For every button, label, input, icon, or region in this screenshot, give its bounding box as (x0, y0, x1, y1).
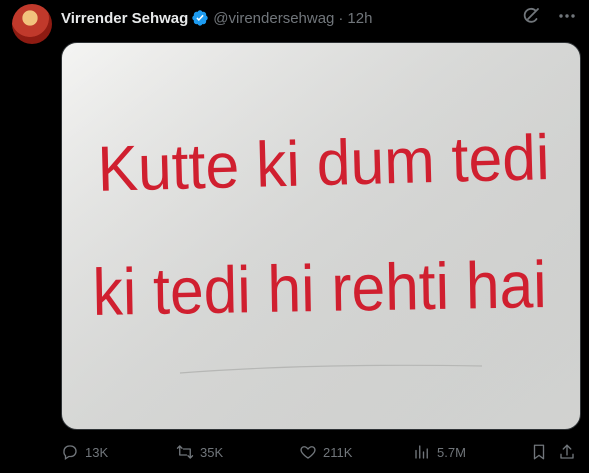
more-icon[interactable] (557, 6, 577, 26)
display-name[interactable]: Virrender Sehwag (61, 10, 188, 27)
heart-icon (300, 446, 316, 459)
tweet-image[interactable]: Kutte ki dum tedi ki tedi hi rehti hai (61, 42, 581, 430)
bookmark-button[interactable] (530, 440, 548, 464)
views-count: 5.7M (437, 444, 466, 460)
repost-icon (176, 445, 194, 459)
grok-icon[interactable] (521, 6, 541, 26)
tweet-actions: 13K 35K 211K 5.7M (61, 440, 579, 464)
reply-count: 13K (85, 444, 109, 460)
analytics-icon (415, 445, 428, 459)
like-button[interactable]: 211K (299, 440, 352, 464)
painted-text-line-2: ki tedi hi rehti hai (92, 247, 547, 329)
timestamp[interactable]: 12h (347, 10, 372, 27)
views-button[interactable]: 5.7M (413, 440, 466, 464)
user-handle[interactable]: @virendersehwag (213, 10, 334, 27)
share-button[interactable] (558, 440, 576, 464)
repost-button[interactable]: 35K (176, 440, 223, 464)
repost-count: 35K (200, 444, 224, 460)
tweet-header: Virrender Sehwag @virendersehwag · 12h (61, 6, 372, 30)
tweet-top-actions (521, 6, 577, 26)
verified-badge-icon[interactable] (191, 9, 209, 27)
avatar[interactable] (12, 4, 52, 44)
share-icon (560, 444, 574, 459)
bookmark-icon (533, 444, 545, 460)
like-count: 211K (323, 444, 353, 460)
reply-button[interactable]: 13K (61, 440, 108, 464)
separator-dot: · (338, 9, 344, 27)
reply-icon (63, 445, 77, 461)
painted-text-line-1: Kutte ki dum tedi (97, 121, 551, 205)
